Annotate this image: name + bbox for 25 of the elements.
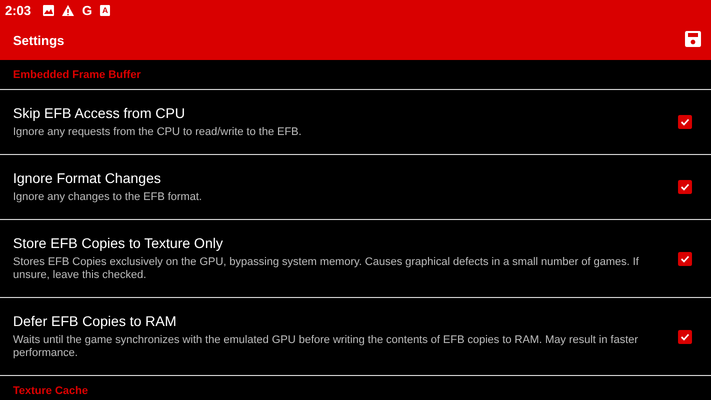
checkmark-icon	[680, 117, 690, 127]
checkmark-icon	[680, 254, 690, 264]
notification-letter: G	[82, 2, 92, 18]
setting-description: Ignore any changes to the EFB format.	[13, 191, 203, 204]
app-title: Settings	[13, 32, 64, 48]
checkbox[interactable]	[678, 330, 692, 344]
checkbox[interactable]	[678, 252, 692, 266]
status-time: 2:03	[5, 2, 32, 18]
checkbox[interactable]	[678, 115, 692, 129]
section-header: Embedded Frame Buffer	[0, 60, 711, 90]
checkmark-icon	[680, 332, 690, 342]
warning-icon	[62, 4, 74, 16]
setting-title: Ignore Format Changes	[13, 170, 162, 186]
notification-badge: A	[100, 4, 110, 16]
setting-title: Store EFB Copies to Texture Only	[13, 235, 224, 251]
checkmark-icon	[680, 182, 690, 192]
setting-description: Stores EFB Copies exclusively on the GPU, bypassing system memory. Causes graphical defects in a small number of games. If unsure, leave this checked.	[13, 256, 640, 282]
setting-description: Waits until the game synchronizes with the emulated GPU before writing the contents of EFB copies to RAM. May result in faster performance.	[13, 334, 640, 360]
section-header: Texture Cache	[12, 384, 89, 399]
checkbox[interactable]	[678, 180, 692, 194]
save-button[interactable]	[685, 30, 701, 50]
setting-title: Defer EFB Copies to RAM	[13, 313, 178, 329]
image-icon	[43, 4, 54, 16]
setting-title: Skip EFB Access from CPU	[13, 105, 186, 121]
setting-description: Ignore any requests from the CPU to read/write to the EFB.	[13, 126, 303, 139]
